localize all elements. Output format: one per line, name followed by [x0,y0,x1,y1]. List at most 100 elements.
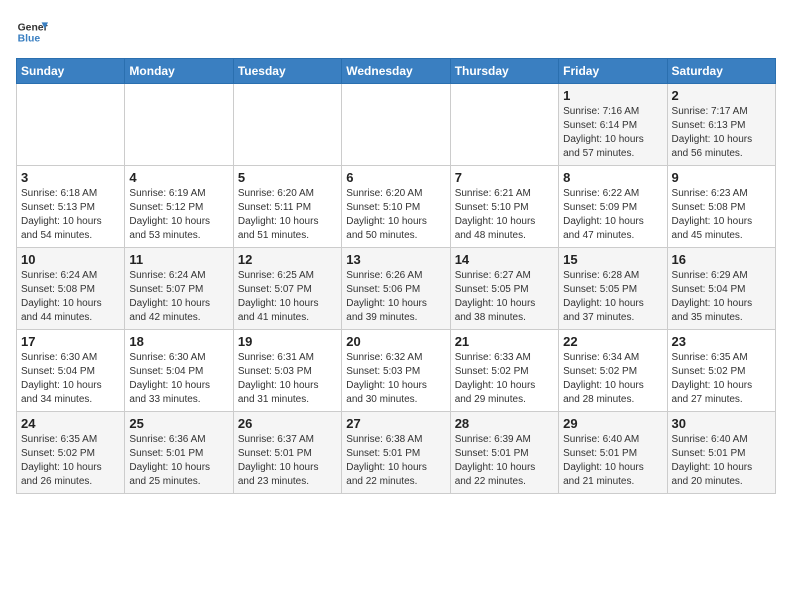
weekday-header-thursday: Thursday [450,59,558,84]
day-number: 12 [238,252,337,267]
day-info: Sunrise: 6:37 AM Sunset: 5:01 PM Dayligh… [238,433,337,489]
calendar-cell: 19 Sunrise: 6:31 AM Sunset: 5:03 PM Dayli… [233,330,341,412]
day-info: Sunrise: 7:17 AM Sunset: 6:13 PM Dayligh… [672,105,771,161]
day-info: Sunrise: 6:21 AM Sunset: 5:10 PM Dayligh… [455,187,554,243]
calendar-cell: 11 Sunrise: 6:24 AM Sunset: 5:07 PM Dayli… [125,248,233,330]
day-info: Sunrise: 6:40 AM Sunset: 5:01 PM Dayligh… [672,433,771,489]
weekday-header-friday: Friday [559,59,667,84]
day-info: Sunrise: 6:22 AM Sunset: 5:09 PM Dayligh… [563,187,662,243]
weekday-header-row: SundayMondayTuesdayWednesdayThursdayFrid… [17,59,776,84]
calendar-cell: 1 Sunrise: 7:16 AM Sunset: 6:14 PM Daylig… [559,84,667,166]
calendar-cell [342,84,450,166]
day-number: 9 [672,170,771,185]
calendar-cell: 10 Sunrise: 6:24 AM Sunset: 5:08 PM Dayli… [17,248,125,330]
calendar-week-3: 10 Sunrise: 6:24 AM Sunset: 5:08 PM Dayli… [17,248,776,330]
day-info: Sunrise: 6:20 AM Sunset: 5:11 PM Dayligh… [238,187,337,243]
calendar-cell [17,84,125,166]
calendar-cell: 2 Sunrise: 7:17 AM Sunset: 6:13 PM Daylig… [667,84,775,166]
day-info: Sunrise: 6:23 AM Sunset: 5:08 PM Dayligh… [672,187,771,243]
calendar-week-5: 24 Sunrise: 6:35 AM Sunset: 5:02 PM Dayli… [17,412,776,494]
day-info: Sunrise: 6:24 AM Sunset: 5:08 PM Dayligh… [21,269,120,325]
calendar-cell: 15 Sunrise: 6:28 AM Sunset: 5:05 PM Dayli… [559,248,667,330]
day-info: Sunrise: 6:34 AM Sunset: 5:02 PM Dayligh… [563,351,662,407]
day-info: Sunrise: 6:32 AM Sunset: 5:03 PM Dayligh… [346,351,445,407]
weekday-header-tuesday: Tuesday [233,59,341,84]
calendar-cell: 25Sunrise: 6:36 AM Sunset: 5:01 PM Dayli… [125,412,233,494]
calendar-cell [450,84,558,166]
day-number: 20 [346,334,445,349]
calendar-cell: 29Sunrise: 6:40 AM Sunset: 5:01 PM Dayli… [559,412,667,494]
day-number: 30 [672,416,771,431]
logo-icon: General Blue [16,16,48,48]
day-info: Sunrise: 7:16 AM Sunset: 6:14 PM Dayligh… [563,105,662,161]
calendar-cell: 5 Sunrise: 6:20 AM Sunset: 5:11 PM Daylig… [233,166,341,248]
day-number: 2 [672,88,771,103]
day-info: Sunrise: 6:35 AM Sunset: 5:02 PM Dayligh… [21,433,120,489]
day-number: 19 [238,334,337,349]
day-info: Sunrise: 6:18 AM Sunset: 5:13 PM Dayligh… [21,187,120,243]
calendar-cell: 30 Sunrise: 6:40 AM Sunset: 5:01 PM Dayli… [667,412,775,494]
day-info: Sunrise: 6:25 AM Sunset: 5:07 PM Dayligh… [238,269,337,325]
day-number: 1 [563,88,662,103]
day-info: Sunrise: 6:36 AM Sunset: 5:01 PM Dayligh… [129,433,228,489]
day-number: 17 [21,334,120,349]
calendar-cell: 21 Sunrise: 6:33 AM Sunset: 5:02 PM Dayli… [450,330,558,412]
calendar-cell [233,84,341,166]
page-header: General Blue [16,16,776,48]
day-number: 11 [129,252,228,267]
day-info: Sunrise: 6:24 AM Sunset: 5:07 PM Dayligh… [129,269,228,325]
calendar-cell: 12 Sunrise: 6:25 AM Sunset: 5:07 PM Dayli… [233,248,341,330]
calendar-cell: 17 Sunrise: 6:30 AM Sunset: 5:04 PM Dayli… [17,330,125,412]
day-info: Sunrise: 6:30 AM Sunset: 5:04 PM Dayligh… [21,351,120,407]
calendar-cell: 23 Sunrise: 6:35 AM Sunset: 5:02 PM Dayli… [667,330,775,412]
calendar-cell: 18Sunrise: 6:30 AM Sunset: 5:04 PM Dayli… [125,330,233,412]
day-number: 26 [238,416,337,431]
day-info: Sunrise: 6:35 AM Sunset: 5:02 PM Dayligh… [672,351,771,407]
calendar-cell: 14Sunrise: 6:27 AM Sunset: 5:05 PM Dayli… [450,248,558,330]
calendar-cell: 26 Sunrise: 6:37 AM Sunset: 5:01 PM Dayli… [233,412,341,494]
day-info: Sunrise: 6:29 AM Sunset: 5:04 PM Dayligh… [672,269,771,325]
calendar-cell: 3Sunrise: 6:18 AM Sunset: 5:13 PM Daylig… [17,166,125,248]
day-number: 23 [672,334,771,349]
svg-text:Blue: Blue [18,34,41,45]
day-info: Sunrise: 6:27 AM Sunset: 5:05 PM Dayligh… [455,269,554,325]
day-number: 24 [21,416,120,431]
day-number: 8 [563,170,662,185]
day-number: 21 [455,334,554,349]
calendar-week-1: 1 Sunrise: 7:16 AM Sunset: 6:14 PM Daylig… [17,84,776,166]
day-info: Sunrise: 6:28 AM Sunset: 5:05 PM Dayligh… [563,269,662,325]
day-info: Sunrise: 6:38 AM Sunset: 5:01 PM Dayligh… [346,433,445,489]
calendar-body: 1 Sunrise: 7:16 AM Sunset: 6:14 PM Daylig… [17,84,776,494]
calendar-cell: 28 Sunrise: 6:39 AM Sunset: 5:01 PM Dayli… [450,412,558,494]
day-number: 28 [455,416,554,431]
logo: General Blue [16,16,48,48]
day-number: 22 [563,334,662,349]
day-number: 6 [346,170,445,185]
day-info: Sunrise: 6:33 AM Sunset: 5:02 PM Dayligh… [455,351,554,407]
day-info: Sunrise: 6:39 AM Sunset: 5:01 PM Dayligh… [455,433,554,489]
calendar-week-4: 17 Sunrise: 6:30 AM Sunset: 5:04 PM Dayli… [17,330,776,412]
day-info: Sunrise: 6:40 AM Sunset: 5:01 PM Dayligh… [563,433,662,489]
day-number: 18 [129,334,228,349]
day-info: Sunrise: 6:19 AM Sunset: 5:12 PM Dayligh… [129,187,228,243]
day-number: 13 [346,252,445,267]
day-number: 15 [563,252,662,267]
calendar-table: SundayMondayTuesdayWednesdayThursdayFrid… [16,58,776,494]
calendar-cell: 6 Sunrise: 6:20 AM Sunset: 5:10 PM Daylig… [342,166,450,248]
calendar-cell: 27 Sunrise: 6:38 AM Sunset: 5:01 PM Dayli… [342,412,450,494]
weekday-header-sunday: Sunday [17,59,125,84]
day-number: 4 [129,170,228,185]
day-info: Sunrise: 6:26 AM Sunset: 5:06 PM Dayligh… [346,269,445,325]
calendar-cell: 9 Sunrise: 6:23 AM Sunset: 5:08 PM Daylig… [667,166,775,248]
calendar-week-2: 3Sunrise: 6:18 AM Sunset: 5:13 PM Daylig… [17,166,776,248]
day-number: 27 [346,416,445,431]
weekday-header-monday: Monday [125,59,233,84]
calendar-cell: 22 Sunrise: 6:34 AM Sunset: 5:02 PM Dayli… [559,330,667,412]
day-info: Sunrise: 6:31 AM Sunset: 5:03 PM Dayligh… [238,351,337,407]
calendar-cell: 7Sunrise: 6:21 AM Sunset: 5:10 PM Daylig… [450,166,558,248]
calendar-cell: 8 Sunrise: 6:22 AM Sunset: 5:09 PM Daylig… [559,166,667,248]
day-info: Sunrise: 6:20 AM Sunset: 5:10 PM Dayligh… [346,187,445,243]
weekday-header-wednesday: Wednesday [342,59,450,84]
day-number: 10 [21,252,120,267]
day-number: 5 [238,170,337,185]
